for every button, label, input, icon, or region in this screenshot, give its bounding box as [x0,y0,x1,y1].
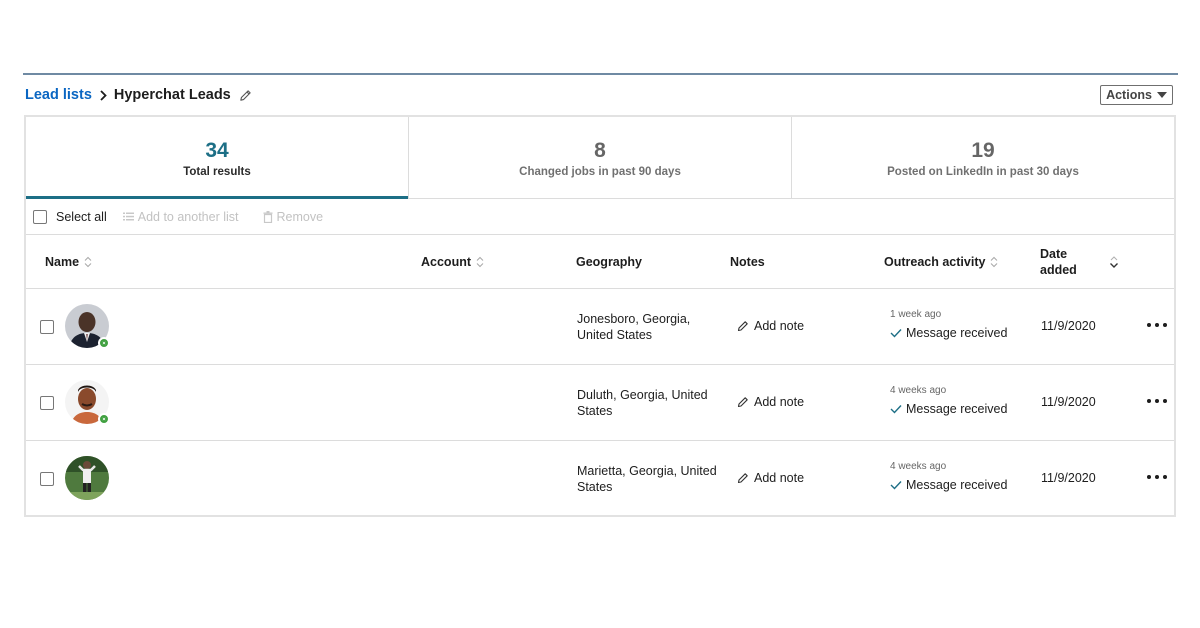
sort-descending-icon[interactable] [1109,255,1119,269]
more-options-icon[interactable] [1147,315,1167,335]
stat-label: Posted on LinkedIn in past 30 days [887,166,1079,178]
column-label: Notes [730,255,765,269]
add-to-list-button[interactable]: Add to another list [122,209,239,224]
more-options-icon[interactable] [1147,467,1167,487]
outreach-status: Message received [890,478,1007,492]
add-to-list-label: Add to another list [137,209,239,224]
outreach-activity-cell: 1 week ago Message received [890,309,1007,340]
stats-tabs: 34 Total results 8 Changed jobs in past … [26,117,1174,199]
table-header: Name Account Geography Notes Outreach ac… [26,235,1174,289]
column-label: Name [45,255,80,269]
column-label: Account [421,255,471,269]
remove-button[interactable]: Remove [263,209,324,224]
column-header-account[interactable]: Account [421,235,484,289]
row-checkbox[interactable] [40,472,54,486]
stat-number: 8 [594,139,606,162]
pencil-edit-icon[interactable] [239,89,252,102]
tab-posted-on-linkedin[interactable]: 19 Posted on LinkedIn in past 30 days [792,117,1174,198]
tab-changed-jobs[interactable]: 8 Changed jobs in past 90 days [409,117,792,198]
column-header-date-added[interactable]: Date added [1040,235,1077,289]
date-added-cell: 11/9/2020 [1041,395,1096,409]
pencil-icon [737,321,748,332]
online-status-icon [98,413,110,425]
geography-cell: Marietta, Georgia, United States [577,464,717,494]
outreach-status-label: Message received [906,326,1008,340]
column-label: Geography [576,255,642,269]
outreach-status: Message received [890,326,1007,340]
outreach-time: 4 weeks ago [890,461,947,472]
lead-list-view: Lead lists Hyperchat Leads Actions 34 To… [23,73,1178,517]
bulk-actions-toolbar: Select all Add to another list Remove [26,199,1174,235]
checkmark-icon [890,405,902,414]
select-all-checkbox[interactable] [33,209,47,224]
top-divider [23,73,1178,75]
add-note-button[interactable]: Add note [737,471,804,485]
geography-cell: Duluth, Georgia, United States [577,388,708,418]
breadcrumb: Lead lists Hyperchat Leads [25,86,252,104]
stat-number: 19 [971,139,995,162]
row-checkbox[interactable] [40,320,54,334]
checkmark-icon [890,481,902,490]
more-options-icon[interactable] [1147,391,1167,411]
add-note-label: Add note [754,319,805,333]
remove-label: Remove [276,209,324,224]
stat-label: Changed jobs in past 90 days [519,166,681,178]
checkmark-icon [890,329,902,338]
list-title: Hyperchat Leads [113,87,231,103]
pencil-icon [737,397,748,408]
sort-icon [991,256,998,268]
geography-cell: Jonesboro, Georgia, United States [577,312,691,342]
date-added-cell: 11/9/2020 [1041,319,1096,333]
breadcrumb-lead-lists-link[interactable]: Lead lists [25,87,92,103]
column-header-notes: Notes [730,235,765,289]
online-status-icon [98,337,110,349]
add-note-button[interactable]: Add note [737,395,804,409]
outreach-activity-cell: 4 weeks ago Message received [890,461,1007,492]
sort-icon [476,256,484,268]
column-header-name[interactable]: Name [45,235,92,289]
stat-label: Total results [183,166,251,178]
date-label-line1: Date [1040,247,1068,261]
outreach-time: 1 week ago [890,309,942,320]
caret-down-icon [1156,92,1167,98]
add-note-button[interactable]: Add note [737,319,804,333]
table-row[interactable]: Marietta, Georgia, United States Add not… [26,441,1174,517]
column-label: Outreach activity [884,255,986,269]
tab-total-results[interactable]: 34 Total results [26,117,409,199]
leads-panel: 34 Total results 8 Changed jobs in past … [24,115,1176,517]
outreach-status-label: Message received [906,402,1008,416]
pencil-icon [737,473,748,484]
list-icon [122,212,134,221]
outreach-status: Message received [890,402,1007,416]
date-added-cell: 11/9/2020 [1041,471,1096,485]
sort-icon [84,256,92,268]
add-note-label: Add note [754,395,805,409]
stat-number: 34 [205,139,229,162]
outreach-activity-cell: 4 weeks ago Message received [890,385,1007,416]
column-header-outreach[interactable]: Outreach activity [884,235,998,289]
select-all-label[interactable]: Select all [56,210,107,224]
actions-dropdown-button[interactable]: Actions [1100,85,1173,105]
table-row[interactable]: Jonesboro, Georgia, United States Add no… [26,289,1174,365]
trash-icon [263,210,272,223]
column-header-geography: Geography [576,235,642,289]
avatar[interactable] [65,456,109,500]
row-checkbox[interactable] [40,396,54,410]
add-note-label: Add note [754,471,805,485]
chevron-right-icon [100,89,107,101]
date-label-line2: added [1040,263,1077,277]
table-row[interactable]: Duluth, Georgia, United States Add note … [26,365,1174,441]
outreach-time: 4 weeks ago [890,385,947,396]
outreach-status-label: Message received [906,478,1008,492]
column-label: Date added [1040,246,1077,278]
actions-label: Actions [1106,88,1152,102]
